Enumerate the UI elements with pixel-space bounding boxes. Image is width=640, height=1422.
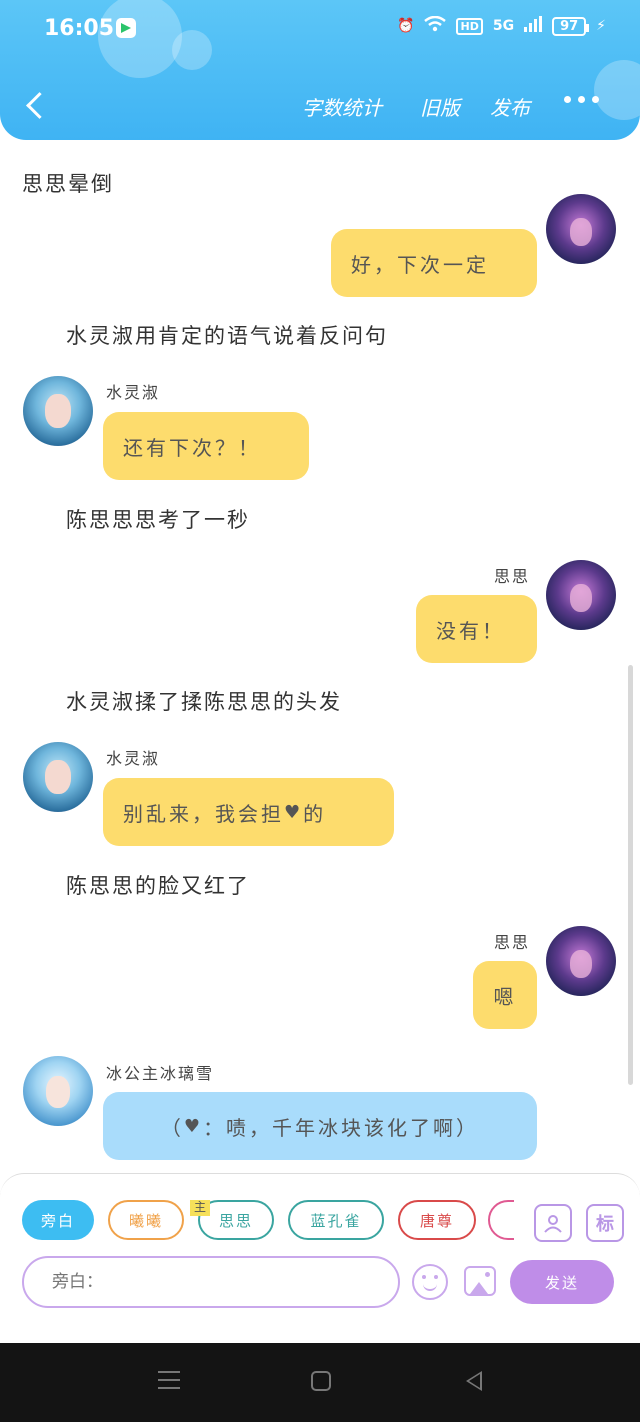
- hd-badge: HD: [456, 17, 483, 35]
- avatar-sisi[interactable]: [546, 194, 616, 264]
- message-text: （: [160, 1115, 184, 1140]
- more-button[interactable]: [564, 96, 599, 103]
- person-icon[interactable]: [534, 1204, 572, 1242]
- old-version-button[interactable]: 旧版: [420, 92, 460, 121]
- composer-panel: 旁白 曦曦 思思 主 蓝孔雀 唐尊 云 标 发送: [0, 1173, 640, 1344]
- sender-name: 冰公主冰璃雪: [106, 1064, 215, 1083]
- scrollbar[interactable]: [628, 665, 633, 1085]
- send-button[interactable]: 发送: [510, 1260, 614, 1304]
- message-input[interactable]: [22, 1256, 400, 1308]
- alarm-icon: ⏰: [397, 18, 415, 34]
- sender-name: 水灵淑: [106, 749, 161, 768]
- back-triangle-icon[interactable]: [466, 1371, 482, 1391]
- status-icons: ⏰ HD 5G 97 ⚡: [397, 15, 606, 36]
- signal-icon: [524, 16, 543, 36]
- back-button[interactable]: [22, 88, 50, 124]
- avatar-binglixue[interactable]: [23, 1056, 93, 1126]
- tag-icon[interactable]: 标: [586, 1204, 624, 1242]
- role-tag-narrator[interactable]: 旁白: [22, 1200, 94, 1240]
- avatar-shuilingshu[interactable]: [23, 742, 93, 812]
- chat-area[interactable]: 思思晕倒 好，下次一定 水灵淑用肯定的语气说着反问句 水灵淑 还有下次？！ 陈思…: [0, 140, 640, 1175]
- message-text: 别乱来，我会担: [123, 801, 284, 826]
- message-bubble[interactable]: 别乱来，我会担 ♥ 的: [103, 778, 394, 846]
- menu-icon[interactable]: [158, 1371, 180, 1389]
- image-icon[interactable]: [464, 1266, 496, 1296]
- system-nav-bar: [0, 1343, 640, 1422]
- sender-name: 思思: [494, 567, 531, 586]
- emoji-icon[interactable]: [412, 1264, 448, 1300]
- heart-icon: ♥: [284, 801, 304, 823]
- app-badge-icon: [116, 18, 136, 38]
- publish-button[interactable]: 发布: [490, 92, 530, 121]
- message-text: 的: [303, 801, 327, 826]
- role-tag-more[interactable]: 云: [488, 1200, 514, 1240]
- heart-icon: ♥: [183, 1115, 204, 1137]
- role-tag-list[interactable]: 旁白 曦曦 思思 主 蓝孔雀 唐尊 云: [22, 1200, 514, 1244]
- narration: 陈思思的脸又红了: [66, 874, 250, 898]
- narration: 水灵淑揉了揉陈思思的头发: [66, 690, 342, 714]
- narration: 陈思思思考了一秒: [66, 508, 250, 532]
- message-bubble[interactable]: 嗯: [473, 961, 537, 1029]
- sender-name: 水灵淑: [106, 383, 161, 402]
- role-tag-xixi[interactable]: 曦曦: [108, 1200, 184, 1240]
- message-bubble[interactable]: 好，下次一定: [331, 229, 537, 297]
- role-tag-tangzun[interactable]: 唐尊: [398, 1200, 476, 1240]
- status-time: 16:05: [44, 16, 115, 41]
- message-bubble[interactable]: 还有下次？！: [103, 412, 309, 480]
- avatar-sisi[interactable]: [546, 560, 616, 630]
- charging-icon: ⚡: [596, 18, 606, 34]
- network-label: 5G: [492, 18, 515, 34]
- app-header: 16:05 ⏰ HD 5G 97 ⚡ 字数统计 旧版 发布: [0, 0, 640, 140]
- wifi-icon: [424, 15, 447, 36]
- message-bubble[interactable]: （♥ ：啧，千年冰块该化了啊）: [103, 1092, 537, 1160]
- avatar-sisi[interactable]: [546, 926, 616, 996]
- word-count-button[interactable]: 字数统计: [302, 92, 382, 121]
- main-role-badge: 主: [190, 1200, 210, 1216]
- avatar-shuilingshu[interactable]: [23, 376, 93, 446]
- sender-name: 思思: [494, 933, 531, 952]
- battery-indicator: 97: [552, 16, 590, 36]
- decor-bubble: [594, 60, 640, 120]
- status-bar: 16:05 ⏰ HD 5G 97 ⚡: [0, 14, 640, 44]
- role-tag-blue-peacock[interactable]: 蓝孔雀: [288, 1200, 384, 1240]
- home-icon[interactable]: [311, 1371, 331, 1391]
- narration: 水灵淑用肯定的语气说着反问句: [66, 324, 388, 348]
- message-text: ：啧，千年冰块该化了啊）: [203, 1115, 480, 1140]
- narration: 思思晕倒: [22, 172, 114, 196]
- message-bubble[interactable]: 没有！: [416, 595, 537, 663]
